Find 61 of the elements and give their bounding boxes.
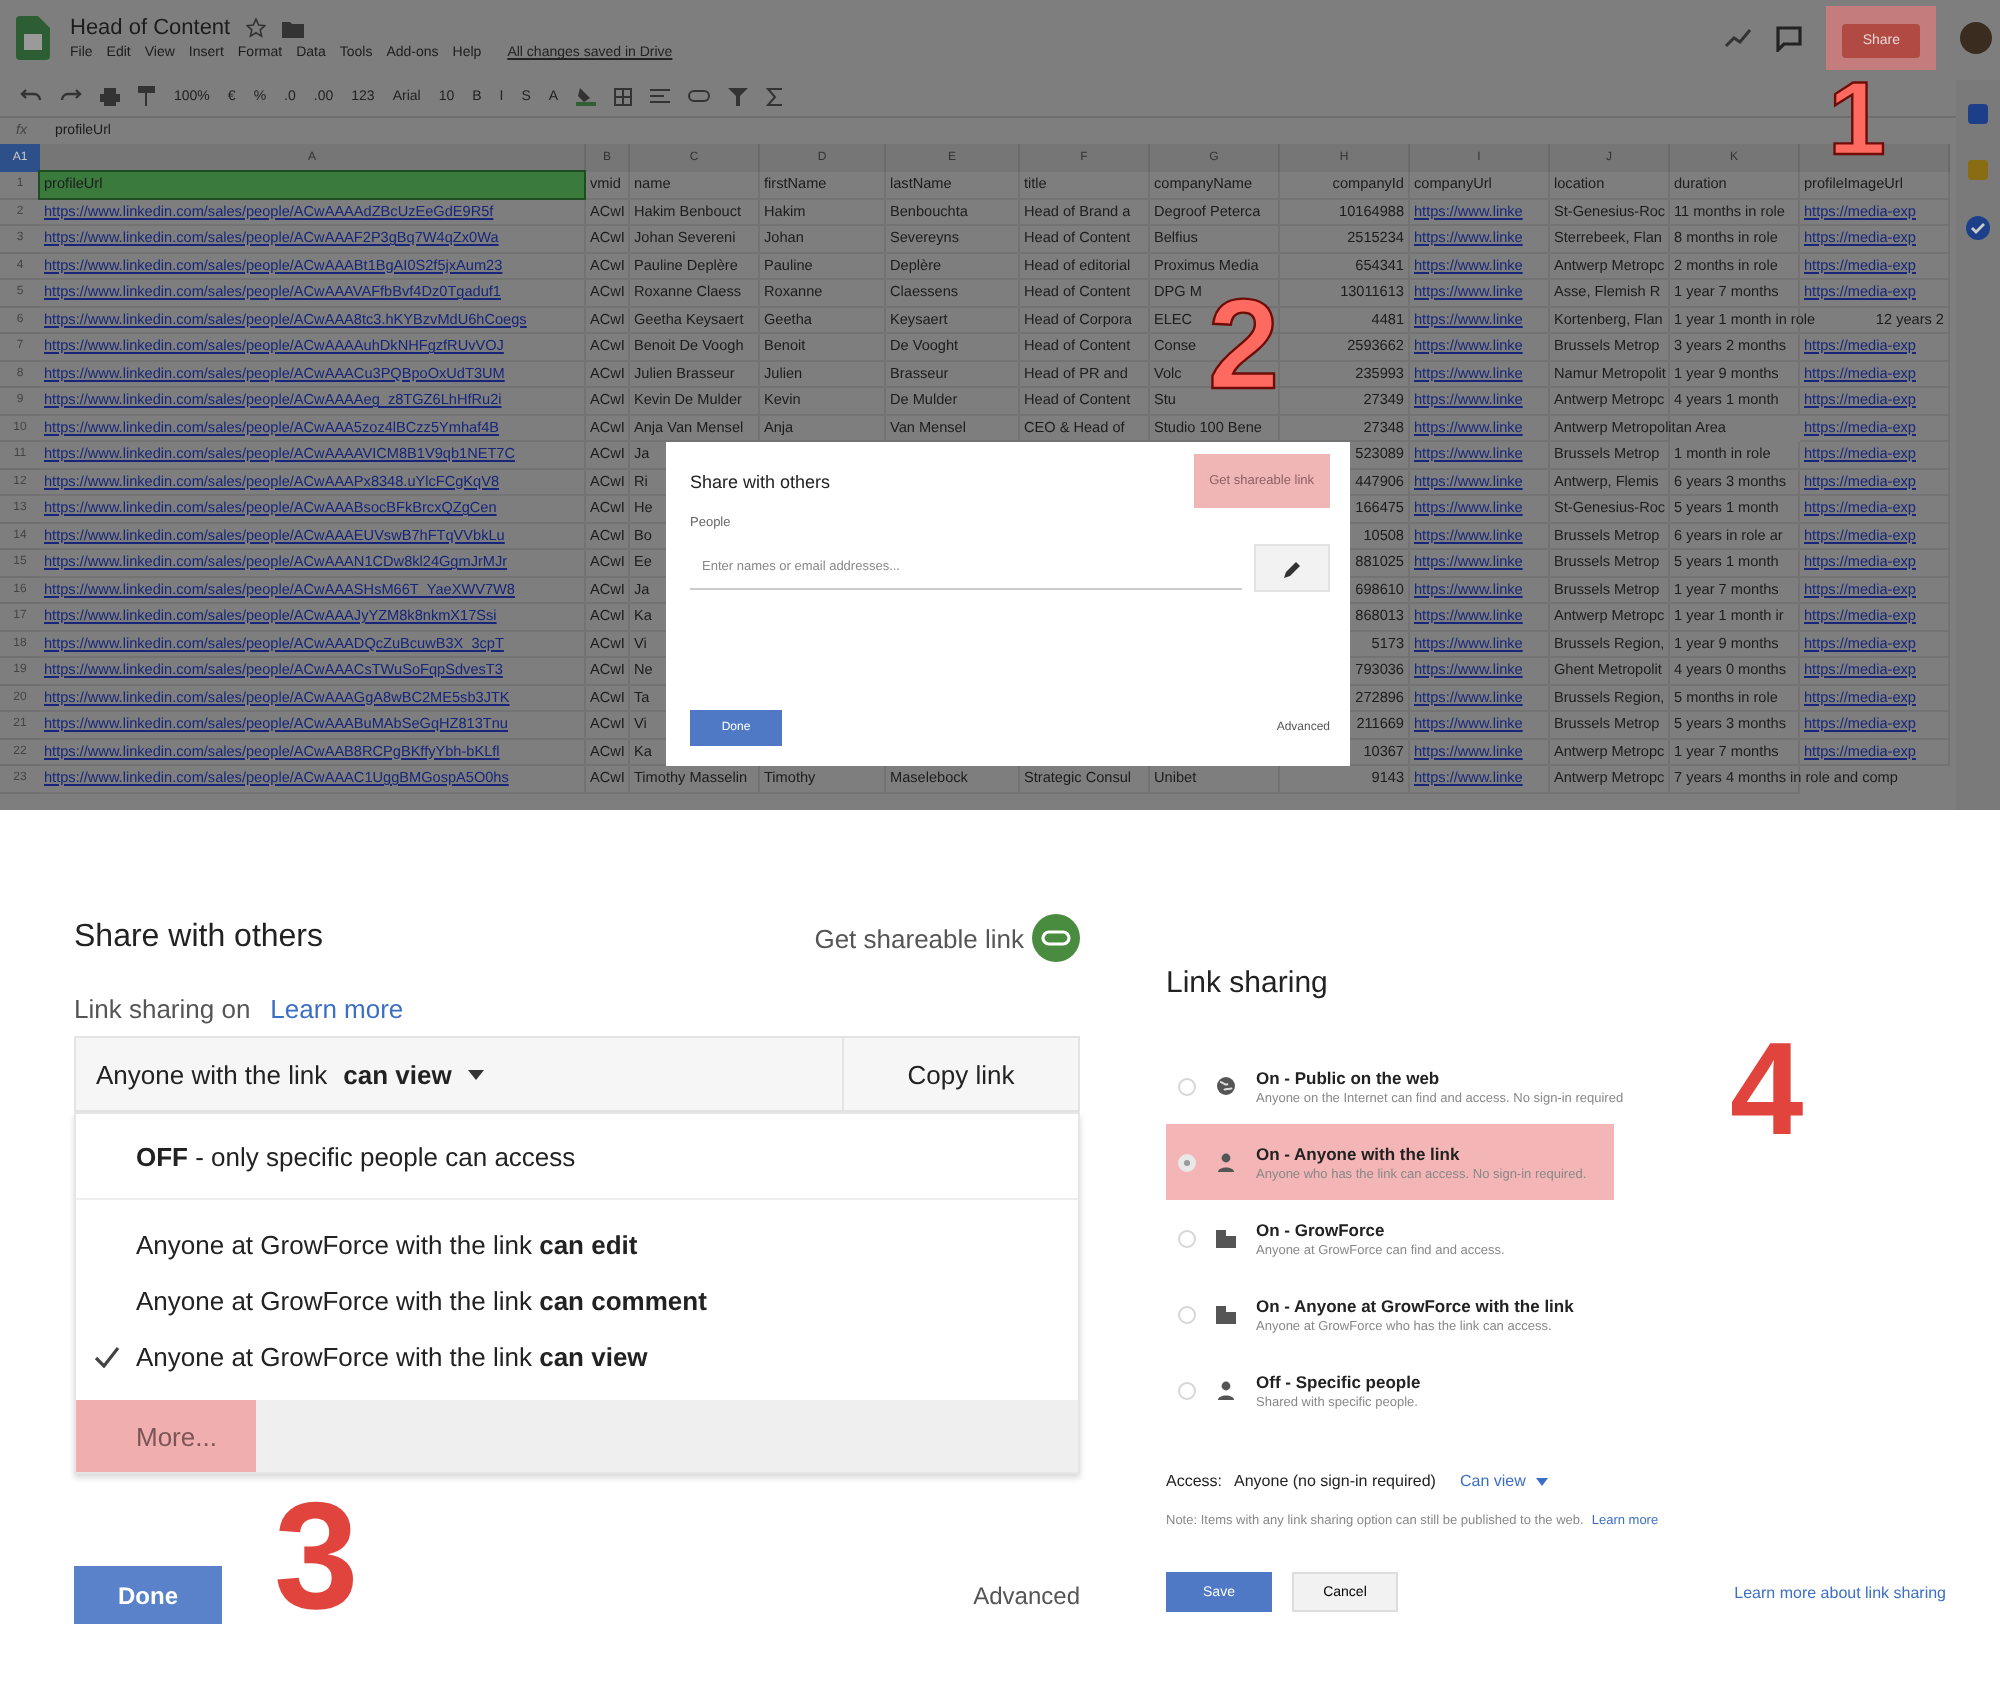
- caret-icon: [467, 1069, 484, 1079]
- option-title: On - GrowForce: [1256, 1219, 1387, 1239]
- option-title: Off - Specific people: [1256, 1371, 1421, 1391]
- edit-permission-button[interactable]: [1254, 544, 1330, 592]
- avatar-icon[interactable]: [1960, 22, 1992, 54]
- folder-icon[interactable]: [282, 19, 305, 37]
- comment-icon[interactable]: [1776, 25, 1803, 51]
- copy-link-button[interactable]: Copy link: [842, 1038, 1078, 1110]
- align-icon[interactable]: [650, 88, 671, 104]
- radio-button[interactable]: [1178, 1153, 1196, 1171]
- dialog-title: Link sharing: [1166, 966, 1328, 1000]
- radio-button[interactable]: [1178, 1381, 1196, 1399]
- person-icon: [1216, 1152, 1236, 1172]
- get-shareable-link[interactable]: Get shareable link: [814, 923, 1024, 953]
- building-icon: [1216, 1304, 1236, 1324]
- document-title[interactable]: Head of Content: [70, 16, 231, 40]
- done-button[interactable]: Done: [74, 1566, 222, 1624]
- access-level-dropdown[interactable]: Can view: [1459, 1472, 1548, 1490]
- sheets-logo-icon[interactable]: [16, 16, 50, 60]
- caret-icon: [1535, 1477, 1548, 1485]
- advanced-link[interactable]: Advanced: [973, 1581, 1080, 1609]
- building-icon: [1216, 1228, 1236, 1248]
- option-title: On - Anyone at GrowForce with the link: [1256, 1295, 1574, 1315]
- learn-more-link[interactable]: Learn more: [270, 994, 404, 1024]
- pencil-icon: [1283, 559, 1301, 577]
- person-icon: [1216, 1380, 1236, 1400]
- link-sharing-status: Link sharing on: [74, 994, 251, 1024]
- menu-item[interactable]: OFF - only specific people can access: [76, 1114, 1078, 1200]
- option-title: On - Public on the web: [1256, 1067, 1442, 1087]
- menu-item[interactable]: Anyone at GrowForce with the link can edit: [76, 1216, 1078, 1272]
- undo-icon[interactable]: [20, 88, 42, 104]
- radio-button[interactable]: [1178, 1077, 1196, 1095]
- step-number: 2: [1208, 280, 1280, 408]
- menu-item[interactable]: Anyone at GrowForce with the link can view: [76, 1328, 1078, 1384]
- link-icon[interactable]: [1032, 914, 1080, 962]
- link-icon[interactable]: [688, 90, 711, 102]
- access-dropdown[interactable]: Anyone with the link can view: [76, 1038, 842, 1110]
- trend-icon[interactable]: [1724, 28, 1753, 48]
- radio-button[interactable]: [1178, 1305, 1196, 1323]
- access-value: Anyone (no sign-in required): [1234, 1472, 1436, 1490]
- fill-color-icon[interactable]: [576, 86, 597, 106]
- borders-icon[interactable]: [614, 87, 633, 105]
- paint-format-icon[interactable]: [138, 86, 156, 106]
- dialog-title: Share with others: [690, 471, 831, 491]
- option-title: On - Anyone with the link: [1256, 1143, 1462, 1163]
- radio-button[interactable]: [1178, 1229, 1196, 1247]
- access-label: Access:: [1166, 1472, 1223, 1490]
- tasks-icon[interactable]: [1966, 216, 1990, 240]
- step-number: 3: [274, 1482, 359, 1634]
- menu-item[interactable]: More...: [76, 1400, 1078, 1472]
- check-icon: [93, 1345, 119, 1367]
- step-number: 4: [1730, 1022, 1804, 1154]
- menu-item[interactable]: Anyone at GrowForce with the link can comment: [76, 1272, 1078, 1328]
- globe-icon: [1216, 1076, 1236, 1096]
- redo-icon[interactable]: [60, 88, 82, 104]
- star-icon[interactable]: [246, 18, 267, 38]
- learn-more-link[interactable]: Learn more about link sharing: [1734, 1583, 1946, 1601]
- sum-icon[interactable]: [766, 87, 783, 105]
- step-number: 1: [1828, 68, 1886, 172]
- dialog-title: Share with others: [74, 920, 324, 956]
- filter-icon[interactable]: [728, 87, 749, 105]
